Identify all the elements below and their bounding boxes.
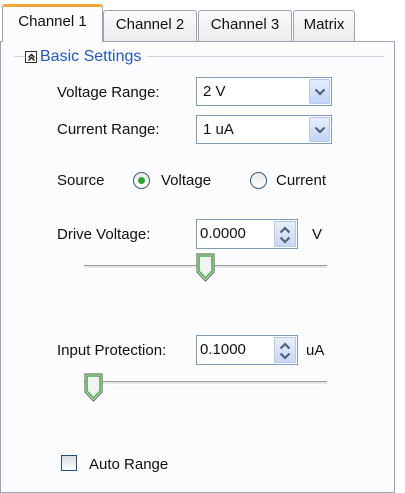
voltage-range-value: 2 V [203,83,226,100]
source-label: Source [57,172,105,189]
current-range-label: Current Range: [57,121,160,138]
channel-settings-window: Channel 1 Channel 2 Channel 3 Matrix Bas… [0,0,405,493]
current-range-value: 1 uA [203,121,234,138]
current-range-select[interactable]: 1 uA [196,115,332,144]
tab-matrix[interactable]: Matrix [293,10,355,41]
chevron-down-icon[interactable] [309,117,330,142]
input-protection-slider-track[interactable] [84,381,327,385]
current-radio[interactable] [250,172,267,189]
auto-range-label[interactable]: Auto Range [89,456,168,473]
voltage-range-label: Voltage Range: [57,84,160,101]
tab-channel-1[interactable]: Channel 1 [2,4,103,42]
input-protection-unit: uA [306,342,325,359]
chevron-up-icon [279,226,291,234]
basic-settings-header[interactable]: Basic Settings [25,47,148,67]
tab-channel-2[interactable]: Channel 2 [103,10,197,41]
chevron-down-icon [279,236,291,244]
auto-range-checkbox[interactable] [61,455,77,471]
drive-voltage-spinbox[interactable]: 0.0000 [196,219,298,249]
tab-channel-3[interactable]: Channel 3 [198,10,292,41]
drive-voltage-label: Drive Voltage: [57,226,151,243]
voltage-radio[interactable] [133,172,150,189]
voltage-range-select[interactable]: 2 V [196,77,332,106]
chevron-down-icon[interactable] [309,79,330,104]
drive-voltage-unit: V [312,226,323,243]
spin-buttons[interactable] [274,221,296,247]
input-protection-value: 0.1000 [200,341,246,358]
spin-buttons[interactable] [274,337,296,363]
radio-selected-dot [138,177,145,184]
current-option-label[interactable]: Current [276,172,326,189]
collapse-icon[interactable] [25,51,37,63]
group-title: Basic Settings [40,48,142,65]
chevron-down-icon [279,352,291,360]
input-protection-label: Input Protection: [57,342,167,359]
drive-voltage-slider-thumb[interactable] [196,253,215,283]
tab-strip: Channel 1 Channel 2 Channel 3 Matrix [0,0,405,42]
input-protection-slider-thumb[interactable] [84,373,103,403]
chevron-up-icon [279,342,291,350]
input-protection-spinbox[interactable]: 0.1000 [196,335,298,365]
voltage-option-label[interactable]: Voltage [161,172,211,189]
drive-voltage-value: 0.0000 [200,225,246,242]
